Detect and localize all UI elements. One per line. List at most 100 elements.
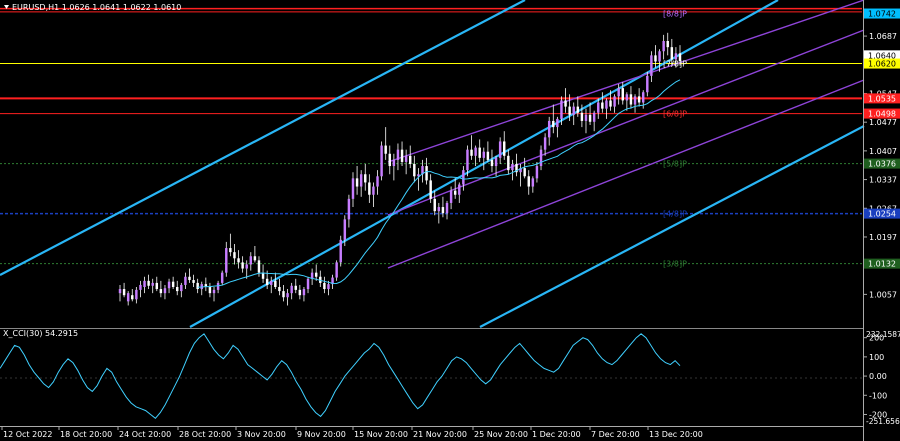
candle-body [220,272,224,283]
candle-body [580,112,584,121]
candle-body [408,155,412,164]
time-tick-label-5: 9 Nov 20:00 [297,430,346,439]
candle-body [470,149,473,156]
candle-body [343,219,347,240]
candle-body [302,289,306,296]
price-tag-6: 1.0254 [868,210,896,219]
candle-body [613,96,616,107]
candle-body [184,276,187,285]
candle-body [155,282,159,290]
candle-body [163,288,167,294]
chart-header: EURUSD,H1 1.0626 1.0641 1.0622 1.0610 [4,3,181,12]
candle-body [212,289,216,294]
candle-body [139,284,142,290]
candle-body [564,100,567,107]
candle-body [286,293,289,298]
candle-body [490,159,494,167]
price-tick-label-5: 1.0337 [869,176,897,185]
candle-body [641,92,645,103]
candle-body [131,295,134,300]
candle-body [400,149,404,162]
cci-tick-label-3: -100 [869,391,887,400]
candle-body [425,166,428,181]
candle-body [511,164,514,171]
candle-body [298,289,302,296]
price-tag-3: 1.0535 [868,94,896,103]
time-tick-label-9: 1 Dec 20:00 [532,430,581,439]
murrey-label-5: [3/8]P [663,260,687,269]
candle-body [257,260,261,273]
candle-body [650,55,653,76]
candle-body [531,178,535,187]
candle-body [646,75,649,93]
candle-body [196,282,199,290]
candle-body [466,149,469,171]
candle-body [355,178,359,187]
candle-body [241,262,244,269]
candle-body [126,293,130,302]
candle-body [323,282,326,290]
candle-body [270,280,273,285]
chart-background [0,0,900,441]
candle-body [666,41,669,48]
price-tag-0: 1.0742 [868,10,896,19]
cci-top-label: 232.1587 [866,330,900,339]
candle-body [486,151,490,160]
candle-body [662,41,665,52]
candle-body [507,155,510,171]
candle-body [188,276,191,281]
price-tag-2: 1.0620 [868,60,896,69]
candle-body [597,102,600,113]
time-tick-label-6: 15 Nov 20:00 [354,430,408,439]
candle-body [351,178,355,199]
candle-body [225,248,228,273]
candle-body [629,94,633,105]
candle-body [171,281,175,287]
time-tick-label-0: 12 Oct 2022 [3,430,52,439]
candle-body [143,280,146,287]
candle-body [392,159,396,167]
candle-body [122,289,126,296]
candle-body [413,164,416,177]
candle-body [364,174,367,183]
candle-body [523,168,526,177]
candle-body [478,147,481,158]
candle-body [282,291,285,298]
candle-body [229,248,232,253]
time-tick-label-8: 25 Nov 20:00 [474,430,528,439]
candle-body [560,100,563,119]
time-tick-label-10: 7 Dec 20:00 [591,430,640,439]
murrey-label-1: [7/8]P [663,60,687,69]
price-tag-7: 1.0132 [868,260,896,269]
candle-body [449,190,453,203]
candle-body [159,289,163,294]
candle-body [429,180,432,199]
candle-body [384,145,387,154]
candle-body [605,100,608,109]
candle-body [503,141,506,156]
candle-body [265,278,269,285]
candle-body [592,112,596,122]
candle-body [568,106,571,115]
candle-body [135,289,138,300]
candle-body [433,198,436,212]
candle-body [180,284,183,292]
candle-body [556,118,559,128]
candle-body [576,106,580,113]
candle-body [372,186,375,195]
candle-body [633,96,637,105]
candle-body [245,264,248,269]
time-tick-label-7: 21 Nov 20:00 [413,430,467,439]
trading-chart[interactable]: [8/8]P[7/8]P[6/8]P[5/8]P[4/8]P[3/8]P 200… [0,0,900,441]
candle-body [151,282,154,286]
candle-body [396,149,400,160]
time-tick-label-4: 3 Nov 20:00 [237,430,286,439]
candle-body [278,287,281,292]
chart-title: EURUSD,H1 1.0626 1.0641 1.0622 1.0610 [12,3,181,12]
candle-body [609,100,612,107]
candle-body [637,96,641,103]
candle-body [192,280,195,283]
price-tick-label-0: 1.0687 [869,32,897,41]
candle-body [445,202,449,214]
candle-body [290,285,293,294]
